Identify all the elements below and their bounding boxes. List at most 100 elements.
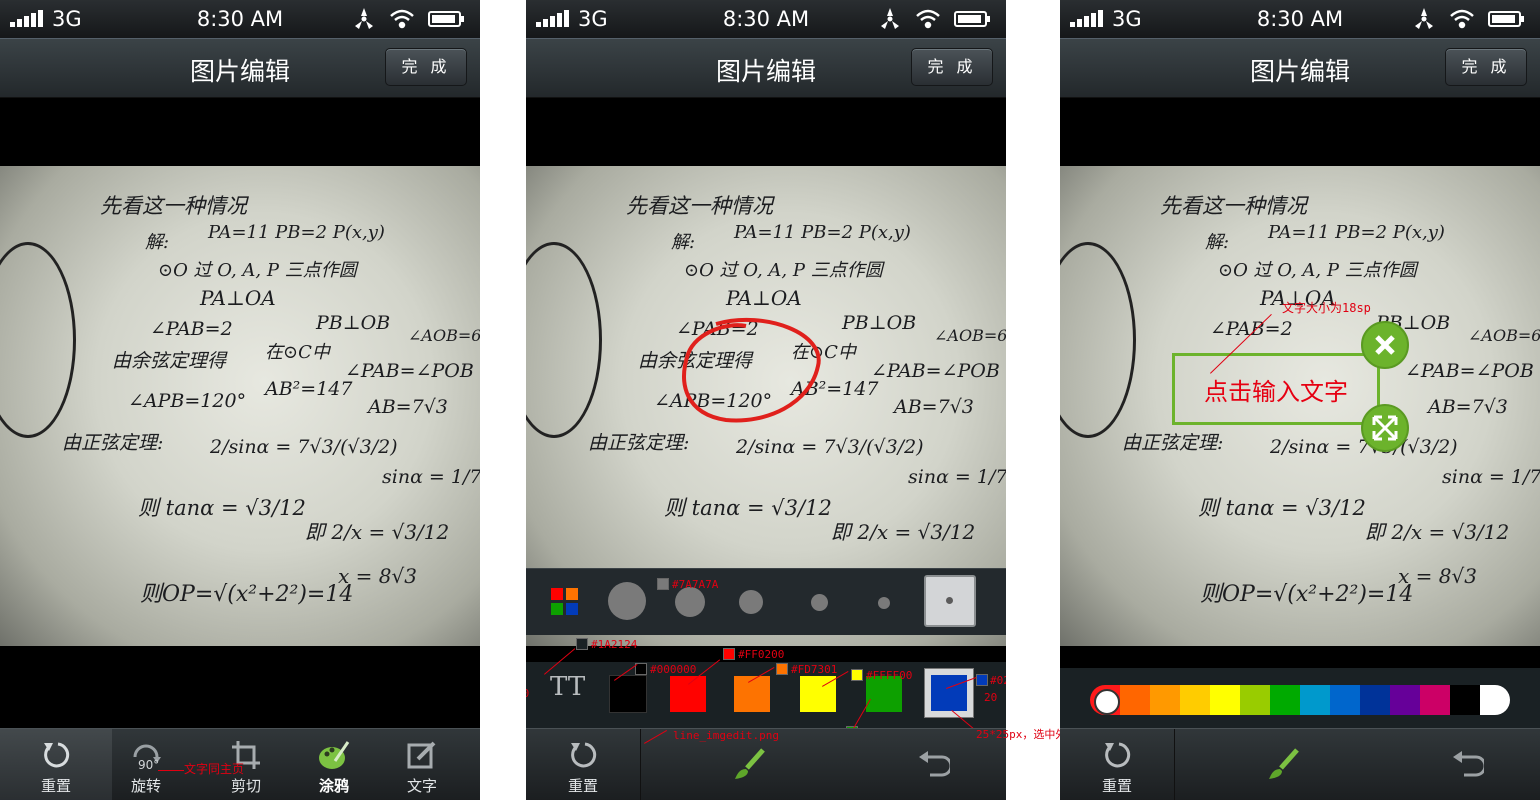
brush-size-s[interactable] <box>811 594 828 611</box>
brush-size-xs[interactable] <box>878 597 890 609</box>
resize-textbox-button[interactable] <box>1361 404 1409 452</box>
brush-button[interactable] <box>1174 729 1394 800</box>
color-grid-icon[interactable] <box>550 587 580 617</box>
tool-label: 旋转 <box>130 777 161 795</box>
color-orange[interactable] <box>734 676 770 712</box>
text-placeholder[interactable]: 点击输入文字 <box>1204 372 1348 407</box>
color-strip-segment[interactable] <box>1270 685 1300 715</box>
brush-icon <box>735 748 765 779</box>
hw-line: sinα = 1/7 <box>908 466 1006 488</box>
hw-line: 则 tanα = √3/12 <box>664 496 832 520</box>
reset-icon <box>571 742 597 768</box>
tool-bar: 重置 <box>1060 728 1540 800</box>
done-button[interactable]: 完 成 <box>385 48 467 86</box>
hw-line: 则OP=√(x²+2²)=14 <box>1200 582 1414 607</box>
color-strip-segment[interactable] <box>1420 685 1450 715</box>
brush-size-l[interactable] <box>675 587 705 617</box>
tool-label: 重置 <box>1101 777 1132 795</box>
hw-line: 则OP=√(x²+2²)=14 <box>140 582 354 607</box>
hw-line: ∠PAB=2 <box>150 318 233 340</box>
tool-label: 重置 <box>40 777 71 795</box>
status-bar: 3G 8:30 AM <box>526 0 1006 38</box>
photo-canvas[interactable]: 先看这一种情况 解: PA=11 PB=2 P(x,y) ⊙O 过 O, A, … <box>1060 166 1540 646</box>
hw-line: ∠PAB=2 <box>1210 318 1293 340</box>
battery-icon <box>428 11 464 27</box>
annotation-label: 文字大小为18sp <box>1282 301 1371 315</box>
reset-button[interactable]: 重置 <box>1060 729 1175 800</box>
undo-button[interactable] <box>1394 729 1540 800</box>
hw-line: 解: <box>671 232 696 253</box>
rotate-90-icon: 90° <box>133 744 161 772</box>
reset-button[interactable]: 重置 <box>526 729 641 800</box>
hw-line: PA=11 PB=2 P(x,y) <box>734 222 911 243</box>
color-strip-segment[interactable] <box>1300 685 1330 715</box>
color-strip-thumb[interactable] <box>1094 689 1120 715</box>
undo-icon <box>1453 751 1484 777</box>
color-strip-segment[interactable] <box>1180 685 1210 715</box>
rotate-button[interactable]: 90° 旋转 <box>102 729 190 800</box>
color-strip-segment[interactable] <box>1240 685 1270 715</box>
brush-size-m[interactable] <box>739 590 763 614</box>
color-strip-segment[interactable] <box>1120 685 1150 715</box>
hw-line: ∠PAB=∠POB <box>871 360 1000 382</box>
reset-icon <box>44 742 70 768</box>
svg-text:90°: 90° <box>138 758 159 772</box>
phone-screen-doodle: 3G 8:30 AM 图片编辑 完 成 先看这一种情况 解: PA=11 PB=… <box>526 0 1006 800</box>
hw-line: PA⊥OA <box>200 286 276 310</box>
text-color-strip[interactable] <box>1090 685 1510 715</box>
undo-icon <box>919 751 950 777</box>
status-bar: 3G 8:30 AM <box>0 0 480 38</box>
brush-size-selected[interactable] <box>924 575 976 627</box>
color-strip-segment[interactable] <box>1210 685 1240 715</box>
tool-label: 涂鸦 <box>318 777 349 795</box>
color-blue-selected[interactable] <box>924 668 974 718</box>
wifi-icon <box>390 9 414 29</box>
hw-line: PB⊥OB <box>842 312 917 334</box>
annotation-label: #1A2124 <box>591 638 638 651</box>
hw-line: 解: <box>145 232 170 253</box>
color-strip-segment[interactable] <box>1450 685 1480 715</box>
annotation-label: 50 <box>526 687 529 700</box>
doodle-button[interactable]: 涂鸦 <box>290 729 378 800</box>
color-swatch <box>976 674 988 686</box>
hw-line: PA=11 PB=2 P(x,y) <box>1268 222 1445 243</box>
hw-line: 由正弦定理: <box>62 432 164 454</box>
hw-line: 即 2/x = √3/12 <box>305 520 450 544</box>
hw-line: sinα = 1/7 <box>382 466 480 488</box>
brush-size-xl[interactable] <box>608 582 646 620</box>
color-swatch <box>851 669 863 681</box>
annotation-label: 文字同主页 <box>184 762 245 776</box>
red-doodle-stroke <box>682 318 821 423</box>
annotation-label: #FD7301 <box>791 663 838 676</box>
text-button[interactable]: 文字 <box>378 729 466 800</box>
hw-line: ∠AOB=60° <box>408 326 480 345</box>
phone-screen-edit-main: 3G 8:30 AM 图片编辑 完 成 先看这一种情况 解: PA=11 PB=… <box>0 0 480 800</box>
battery-icon <box>1488 11 1524 27</box>
photo-canvas[interactable]: 先看这一种情况 解: PA=11 PB=2 P(x,y) ⊙O 过 O, A, … <box>0 166 480 646</box>
done-button[interactable]: 完 成 <box>1445 48 1527 86</box>
annotation-label: #7A7A7A <box>672 578 719 591</box>
color-strip-segment[interactable] <box>1150 685 1180 715</box>
radiation-icon <box>355 8 373 29</box>
reset-button[interactable]: 重置 <box>0 729 112 800</box>
hw-line: 由正弦定理: <box>1122 432 1224 454</box>
close-textbox-button[interactable] <box>1361 321 1409 369</box>
hw-line: AB²=147 <box>265 378 353 400</box>
color-red[interactable] <box>670 676 706 712</box>
annotation-label: 20 <box>984 691 998 704</box>
done-button[interactable]: 完 成 <box>911 48 993 86</box>
color-swatch <box>776 663 788 675</box>
tool-label: 剪切 <box>230 777 261 795</box>
color-black[interactable] <box>610 676 646 712</box>
color-strip-segment[interactable] <box>1390 685 1420 715</box>
text-input-box[interactable]: 点击输入文字 <box>1172 353 1380 425</box>
color-strip-segment[interactable] <box>1330 685 1360 715</box>
hw-line: 则 tanα = √3/12 <box>1198 496 1366 520</box>
hw-line: AB=7√3 <box>368 396 448 418</box>
color-strip-segment[interactable] <box>1360 685 1390 715</box>
color-strip-segment[interactable] <box>1480 685 1510 715</box>
drawn-circle-figure <box>0 242 76 438</box>
hw-line: 2/sinα = 7√3/(√3/2) <box>210 436 398 458</box>
text-size-icon[interactable]: TT <box>550 672 585 712</box>
hw-line: ∠APB=120° <box>128 390 247 412</box>
